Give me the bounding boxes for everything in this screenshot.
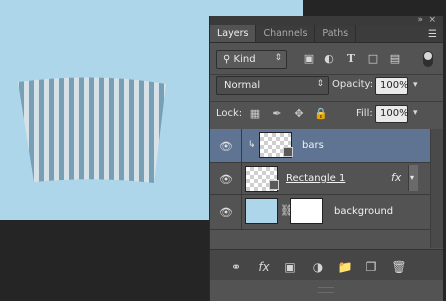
- add-mask-icon[interactable]: ▣: [282, 260, 298, 274]
- effects-toggle[interactable]: ▾: [408, 165, 418, 191]
- lock-label: Lock:: [216, 108, 243, 119]
- panel-tabs: Layers Channels Paths ☰: [210, 25, 443, 43]
- divider: [210, 101, 443, 102]
- lock-brush-icon[interactable]: ✒: [270, 107, 284, 121]
- opacity-dropdown-icon[interactable]: ▾: [413, 80, 418, 90]
- panel-resize-grip[interactable]: [318, 287, 334, 293]
- tab-paths[interactable]: Paths: [315, 25, 357, 42]
- adjustment-layer-icon[interactable]: ◑: [310, 260, 326, 274]
- chevron-updown-icon: ⇕: [316, 79, 324, 89]
- fx-icon[interactable]: fx: [256, 260, 272, 274]
- toggle-knob: [424, 52, 432, 60]
- filter-toggle[interactable]: [423, 51, 433, 67]
- fill-dropdown-icon[interactable]: ▾: [413, 108, 418, 118]
- fill-label: Fill:: [356, 108, 373, 119]
- chevron-updown-icon: ⇕: [274, 53, 282, 63]
- smart-object-badge-icon: [283, 147, 293, 157]
- layer-name[interactable]: bars: [302, 140, 324, 151]
- double-chevron-right-icon[interactable]: »: [417, 15, 423, 25]
- cup-stripe: [18, 77, 19, 183]
- workspace-background-top: [303, 0, 446, 16]
- adjustment-filter-icon[interactable]: ◐: [322, 52, 336, 66]
- trash-icon[interactable]: 🗑: [391, 260, 407, 274]
- vector-mask-badge-icon: [269, 180, 279, 190]
- layer-row-bars[interactable]: 👁 ↳ bars: [210, 129, 430, 163]
- eye-icon[interactable]: 👁: [218, 206, 234, 219]
- chevron-down-icon: ▾: [410, 173, 415, 182]
- blend-mode-value: Normal: [224, 80, 261, 91]
- layer-row-rectangle-1[interactable]: 👁 Rectangle 1 fx ▾: [210, 163, 430, 195]
- eye-icon[interactable]: 👁: [218, 140, 234, 153]
- fill-input[interactable]: 100%: [375, 105, 409, 123]
- type-filter-icon[interactable]: T: [344, 52, 358, 66]
- tab-layers[interactable]: Layers: [210, 25, 257, 42]
- link-layers-icon[interactable]: ⚭: [228, 260, 244, 274]
- cup-stripe: [19, 77, 24, 183]
- opacity-label: Opacity:: [332, 79, 374, 90]
- cup-stripe: [169, 60, 174, 200]
- clipping-arrow-icon: ↳: [248, 140, 256, 150]
- filter-kind-label: ⚲ Kind: [223, 54, 256, 65]
- close-icon[interactable]: ×: [428, 15, 436, 25]
- lock-move-icon[interactable]: ✥: [292, 107, 306, 121]
- layer-name[interactable]: Rectangle 1: [286, 173, 345, 184]
- layer-thumbnail: [245, 198, 278, 224]
- lock-all-icon[interactable]: 🔒: [314, 107, 328, 121]
- workspace-background: [0, 220, 210, 301]
- new-group-icon[interactable]: 📁: [337, 260, 353, 274]
- shape-filter-icon[interactable]: □: [366, 52, 380, 66]
- blend-mode-select[interactable]: Normal ⇕: [216, 76, 329, 95]
- layers-footer: ⚭ fx ▣ ◑ 📁 ❐ 🗑: [210, 249, 443, 280]
- cup-stripe: [164, 77, 166, 183]
- image-filter-icon[interactable]: ▣: [302, 52, 316, 66]
- fx-icon[interactable]: fx: [391, 171, 401, 184]
- filter-kind-select[interactable]: ⚲ Kind ⇕: [216, 50, 287, 69]
- new-layer-icon[interactable]: ❐: [363, 260, 379, 274]
- filter-kind-text: Kind: [233, 54, 256, 65]
- layer-row-background[interactable]: 👁 ⛓ background: [210, 195, 430, 230]
- layers-panel: » × Layers Channels Paths ☰ ⚲ Kind ⇕ ▣ ◐…: [209, 15, 443, 301]
- lock-transparency-icon[interactable]: ▦: [248, 107, 262, 121]
- layers-scrollbar[interactable]: [430, 129, 443, 248]
- opacity-input[interactable]: 100%: [375, 77, 409, 95]
- tab-channels[interactable]: Channels: [256, 25, 316, 42]
- cup-shading: [18, 77, 166, 183]
- layers-list: 👁 ↳ bars 👁 Rectangle 1 fx ▾ 👁 ⛓ backgrou…: [210, 129, 430, 248]
- panel-menu-icon[interactable]: ☰: [428, 29, 437, 40]
- layer-name[interactable]: background: [334, 206, 393, 217]
- smart-object-filter-icon[interactable]: ▤: [388, 52, 402, 66]
- layer-mask-thumbnail: [290, 198, 323, 224]
- eye-icon[interactable]: 👁: [218, 173, 234, 186]
- divider: [210, 74, 443, 75]
